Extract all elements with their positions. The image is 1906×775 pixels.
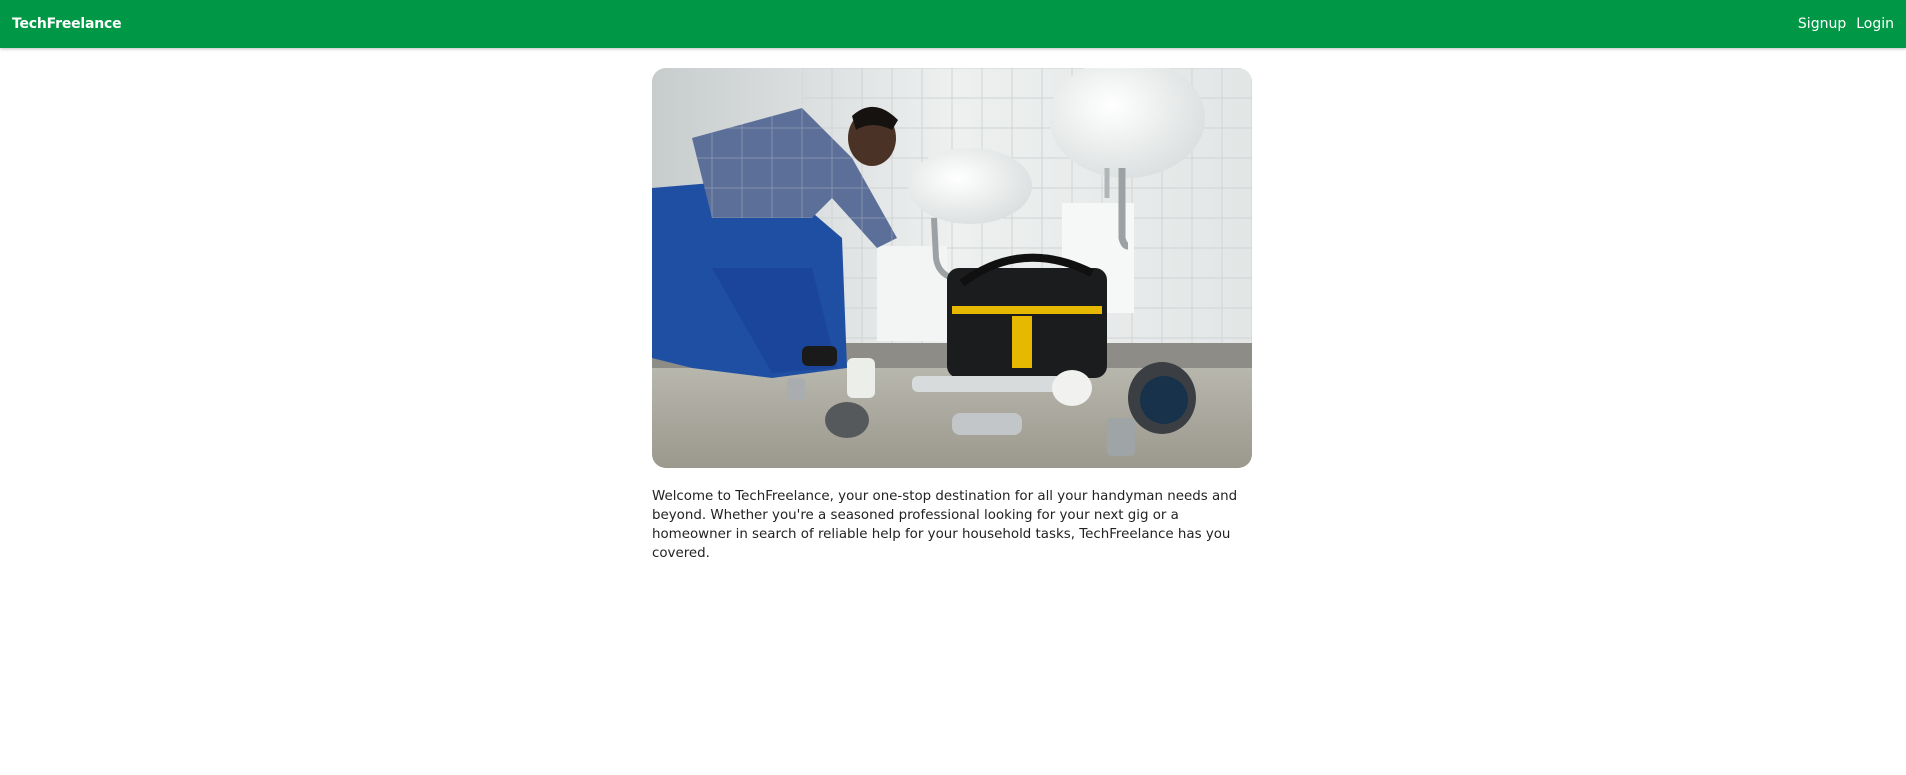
brand-logo-link[interactable]: TechFreelance <box>12 0 122 48</box>
signup-link[interactable]: Signup <box>1798 16 1846 32</box>
hero-image <box>652 68 1252 468</box>
top-navbar: TechFreelance Signup Login <box>0 0 1906 48</box>
nav-links: Signup Login <box>1798 0 1894 48</box>
login-link[interactable]: Login <box>1856 16 1894 32</box>
intro-paragraph: Welcome to TechFreelance, your one-stop … <box>652 489 1238 561</box>
